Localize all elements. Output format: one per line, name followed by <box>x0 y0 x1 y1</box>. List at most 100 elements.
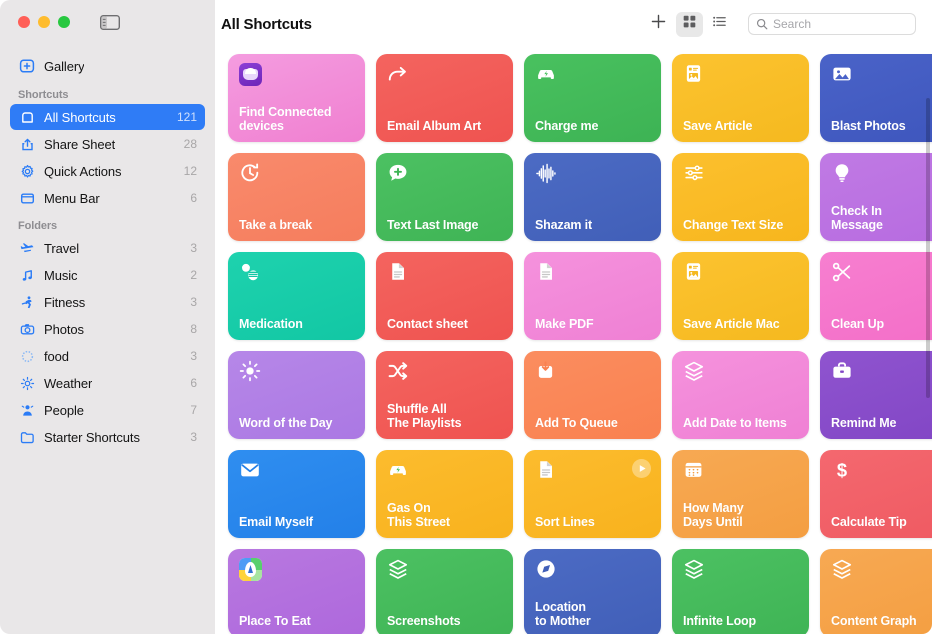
shortcut-card[interactable]: Blast Photos <box>820 54 932 142</box>
shortcut-title: Locationto Mother <box>535 601 650 628</box>
shortcut-card[interactable]: Text Last Image <box>376 153 513 241</box>
shortcut-title: Change Text Size <box>683 219 798 233</box>
shortcut-title: Make PDF <box>535 318 650 332</box>
shortcut-card[interactable]: $Calculate Tip <box>820 450 932 538</box>
sidebar-item-music[interactable]: Music 2 <box>10 262 205 288</box>
run-shortcut-button[interactable] <box>632 459 651 478</box>
calendar-icon <box>683 459 705 481</box>
shortcut-title: Content Graph <box>831 615 932 629</box>
close-button[interactable] <box>18 16 30 28</box>
vertical-scrollbar[interactable] <box>926 98 930 398</box>
minimize-button[interactable] <box>38 16 50 28</box>
all-shortcuts-icon <box>18 108 36 126</box>
shortcut-card[interactable]: How ManyDays Until <box>672 450 809 538</box>
shortcut-card[interactable]: Infinite Loop <box>672 549 809 634</box>
sidebar-item-menu-bar[interactable]: Menu Bar 6 <box>10 185 205 211</box>
document-icon <box>535 459 557 481</box>
sidebar-item-label: Weather <box>44 376 92 391</box>
shortcut-card[interactable]: Check InMessage <box>820 153 932 241</box>
sidebar-item-label: Menu Bar <box>44 191 100 206</box>
sliders-icon <box>683 162 705 184</box>
shortcut-title: Shazam it <box>535 219 650 233</box>
grid-view-button[interactable] <box>676 12 703 37</box>
share-icon <box>18 135 36 153</box>
sun-icon <box>18 374 36 392</box>
sidebar-item-fitness[interactable]: Fitness 3 <box>10 289 205 315</box>
shortcut-card[interactable]: Place To Eat <box>228 549 365 634</box>
sidebar-item-count: 3 <box>190 349 197 363</box>
scissors-icon <box>831 261 853 283</box>
search-field[interactable] <box>748 13 916 35</box>
sidebar-item-count: 7 <box>190 403 197 417</box>
shortcut-card[interactable]: Save Article Mac <box>672 252 809 340</box>
main-content: All Shortcuts <box>215 0 932 634</box>
shortcut-card[interactable]: Remind Me <box>820 351 932 439</box>
shortcut-card[interactable]: Take a break <box>228 153 365 241</box>
sidebar: Gallery Shortcuts All Shortcuts 121 <box>0 0 215 634</box>
document-icon <box>535 261 557 283</box>
sidebar-item-label: Photos <box>44 322 84 337</box>
sidebar-item-gallery[interactable]: Gallery <box>10 53 205 79</box>
sidebar-item-count: 6 <box>190 376 197 390</box>
sidebar-item-people[interactable]: People 7 <box>10 397 205 423</box>
shortcut-card[interactable]: Contact sheet <box>376 252 513 340</box>
shortcut-card[interactable]: Medication <box>228 252 365 340</box>
shortcut-card[interactable]: Email Album Art <box>376 54 513 142</box>
sidebar-section-header: Shortcuts <box>10 81 205 104</box>
search-input[interactable] <box>773 17 908 31</box>
sidebar-item-all-shortcuts[interactable]: All Shortcuts 121 <box>10 104 205 130</box>
zoom-button[interactable] <box>58 16 70 28</box>
list-view-button[interactable] <box>706 12 733 37</box>
envelope-icon <box>239 459 261 481</box>
sidebar-item-photos[interactable]: Photos 8 <box>10 316 205 342</box>
shortcut-title: Add Date to Items <box>683 417 798 431</box>
sidebar-toggle-icon[interactable] <box>100 15 120 30</box>
shortcut-card[interactable]: Shuffle AllThe Playlists <box>376 351 513 439</box>
dotted-circle-icon <box>18 347 36 365</box>
sidebar-item-starter-shortcuts[interactable]: Starter Shortcuts 3 <box>10 424 205 450</box>
shortcut-title: Email Myself <box>239 516 354 530</box>
shortcut-title: How ManyDays Until <box>683 502 798 529</box>
sidebar-item-share-sheet[interactable]: Share Sheet 28 <box>10 131 205 157</box>
shortcut-title: Sort Lines <box>535 516 650 530</box>
shortcut-card[interactable]: Content Graph <box>820 549 932 634</box>
shortcut-card[interactable]: Sort Lines <box>524 450 661 538</box>
shortcut-card[interactable]: Clean Up <box>820 252 932 340</box>
shortcut-title: Take a break <box>239 219 354 233</box>
shortcut-card[interactable]: Screenshots <box>376 549 513 634</box>
sun-rays-icon <box>239 360 261 382</box>
shortcut-title: Contact sheet <box>387 318 502 332</box>
shortcut-card[interactable]: Find Connecteddevices <box>228 54 365 142</box>
shortcut-card[interactable]: Shazam it <box>524 153 661 241</box>
shortcut-card[interactable]: Save Article <box>672 54 809 142</box>
runner-icon <box>18 293 36 311</box>
sidebar-item-count: 3 <box>190 295 197 309</box>
shortcut-card[interactable]: Email Myself <box>228 450 365 538</box>
sidebar-item-weather[interactable]: Weather 6 <box>10 370 205 396</box>
shortcut-card[interactable]: Change Text Size <box>672 153 809 241</box>
shortcut-card[interactable]: Locationto Mother <box>524 549 661 634</box>
shortcut-card[interactable]: Make PDF <box>524 252 661 340</box>
layers-icon <box>387 558 409 580</box>
page-title: All Shortcuts <box>221 16 312 33</box>
shortcut-card[interactable]: Charge me <box>524 54 661 142</box>
shortcuts-grid-container: Find ConnecteddevicesEmail Album ArtChar… <box>215 48 932 634</box>
sidebar-item-label: Share Sheet <box>44 137 115 152</box>
shortcut-title: Calculate Tip <box>831 516 932 530</box>
sidebar-item-label: People <box>44 403 84 418</box>
shortcut-card[interactable]: Add Date to Items <box>672 351 809 439</box>
folder-icon <box>18 428 36 446</box>
shortcut-title: Medication <box>239 318 354 332</box>
shortcut-card[interactable]: Add To Queue <box>524 351 661 439</box>
car-charge-icon <box>387 459 409 481</box>
add-shortcut-button[interactable] <box>643 11 673 37</box>
shortcut-title: Check InMessage <box>831 205 932 232</box>
sidebar-item-travel[interactable]: Travel 3 <box>10 235 205 261</box>
gear-icon <box>18 162 36 180</box>
plus-icon <box>650 13 667 35</box>
shortcut-title: Remind Me <box>831 417 932 431</box>
shortcut-card[interactable]: Word of the Day <box>228 351 365 439</box>
sidebar-item-quick-actions[interactable]: Quick Actions 12 <box>10 158 205 184</box>
sidebar-item-food[interactable]: food 3 <box>10 343 205 369</box>
shortcut-card[interactable]: Gas OnThis Street <box>376 450 513 538</box>
